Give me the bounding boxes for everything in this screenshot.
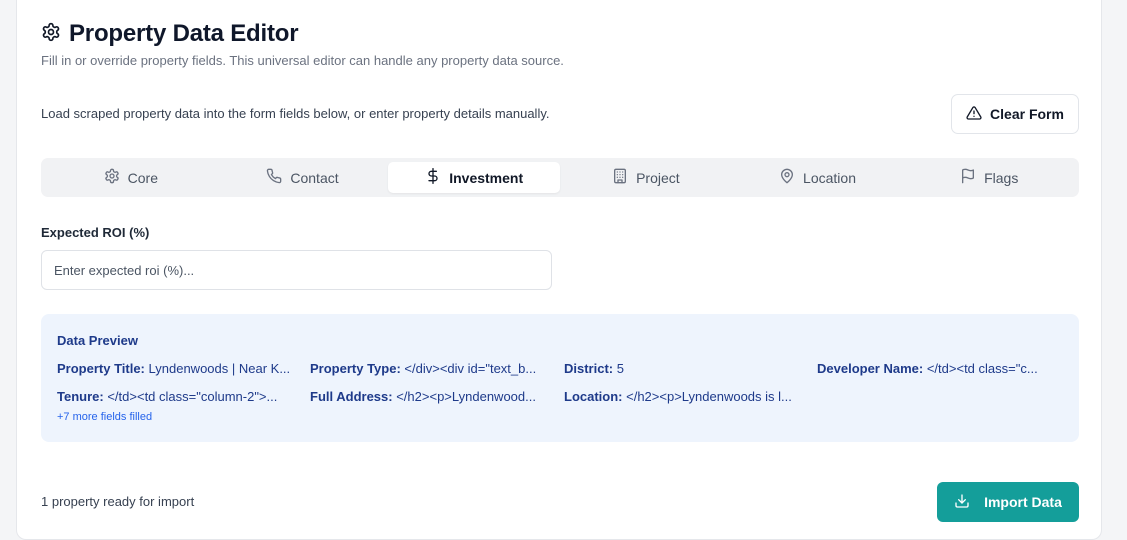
- preview-field-key: District:: [564, 361, 614, 376]
- tab-label: Contact: [290, 169, 339, 186]
- import-data-button[interactable]: Import Data: [937, 482, 1079, 522]
- page-title: Property Data Editor: [69, 20, 299, 47]
- clear-form-label: Clear Form: [990, 106, 1064, 122]
- gear-icon: [104, 168, 120, 187]
- tab-label: Location: [803, 169, 856, 186]
- preview-field-key: Developer Name:: [817, 361, 924, 376]
- tab-project[interactable]: Project: [560, 162, 732, 193]
- tab-flags[interactable]: Flags: [903, 162, 1075, 193]
- roi-label: Expected ROI (%): [41, 225, 150, 240]
- import-data-label: Import Data: [984, 494, 1062, 510]
- preview-field-location: Location: </h2><p>Lyndenwoods is l...: [564, 389, 808, 404]
- preview-field-full-address: Full Address: </h2><p>Lyndenwood...: [310, 389, 554, 404]
- tab-label: Investment: [449, 169, 524, 186]
- tab-bar: Core Contact Investment Project Location: [41, 158, 1079, 197]
- page-subtitle: Fill in or override property fields. Thi…: [41, 53, 564, 68]
- warning-triangle-icon: [966, 105, 982, 124]
- import-status-text: 1 property ready for import: [41, 494, 195, 509]
- preview-field-value: Lyndenwoods | Near K...: [148, 361, 291, 376]
- preview-title: Data Preview: [57, 333, 138, 348]
- preview-field-value: 5: [616, 361, 624, 376]
- preview-field-value: </h2><p>Lyndenwood...: [396, 389, 536, 404]
- instructions-text: Load scraped property data into the form…: [41, 106, 550, 121]
- preview-field-district: District: 5: [564, 361, 808, 376]
- preview-field-key: Tenure:: [57, 389, 104, 404]
- data-preview-panel: Data Preview Property Title: Lyndenwoods…: [41, 314, 1079, 442]
- preview-field-tenure: Tenure: </td><td class="column-2">...: [57, 389, 301, 404]
- more-fields-note: +7 more fields filled: [57, 411, 153, 423]
- preview-field-property-type: Property Type: </div><div id="text_b...: [310, 361, 554, 376]
- dollar-icon: [425, 168, 441, 187]
- editor-card: Property Data Editor Fill in or override…: [16, 0, 1102, 540]
- preview-field-key: Location:: [564, 389, 623, 404]
- map-pin-icon: [779, 168, 795, 187]
- gear-icon: [41, 22, 61, 47]
- preview-field-key: Property Type:: [310, 361, 401, 376]
- tab-investment[interactable]: Investment: [388, 162, 561, 193]
- tab-label: Project: [636, 169, 680, 186]
- roi-input[interactable]: [41, 250, 552, 290]
- phone-icon: [266, 168, 282, 187]
- building-icon: [612, 168, 628, 187]
- preview-field-value: </td><td class="c...: [926, 361, 1038, 376]
- tab-location[interactable]: Location: [732, 162, 904, 193]
- preview-field-key: Full Address:: [310, 389, 393, 404]
- tab-contact[interactable]: Contact: [217, 162, 389, 193]
- tab-core[interactable]: Core: [45, 162, 217, 193]
- preview-field-key: Property Title:: [57, 361, 145, 376]
- preview-field-developer-name: Developer Name: </td><td class="c...: [817, 361, 1061, 376]
- tab-label: Flags: [984, 169, 1019, 186]
- preview-field-value: </td><td class="column-2">...: [107, 389, 278, 404]
- clear-form-button[interactable]: Clear Form: [951, 94, 1079, 134]
- preview-field-value: </div><div id="text_b...: [404, 361, 537, 376]
- preview-field-property-title: Property Title: Lyndenwoods | Near K...: [57, 361, 301, 376]
- preview-field-value: </h2><p>Lyndenwoods is l...: [626, 389, 792, 404]
- flag-icon: [960, 168, 976, 187]
- title-row: Property Data Editor: [41, 20, 299, 48]
- download-icon: [954, 493, 970, 512]
- tab-label: Core: [127, 169, 159, 186]
